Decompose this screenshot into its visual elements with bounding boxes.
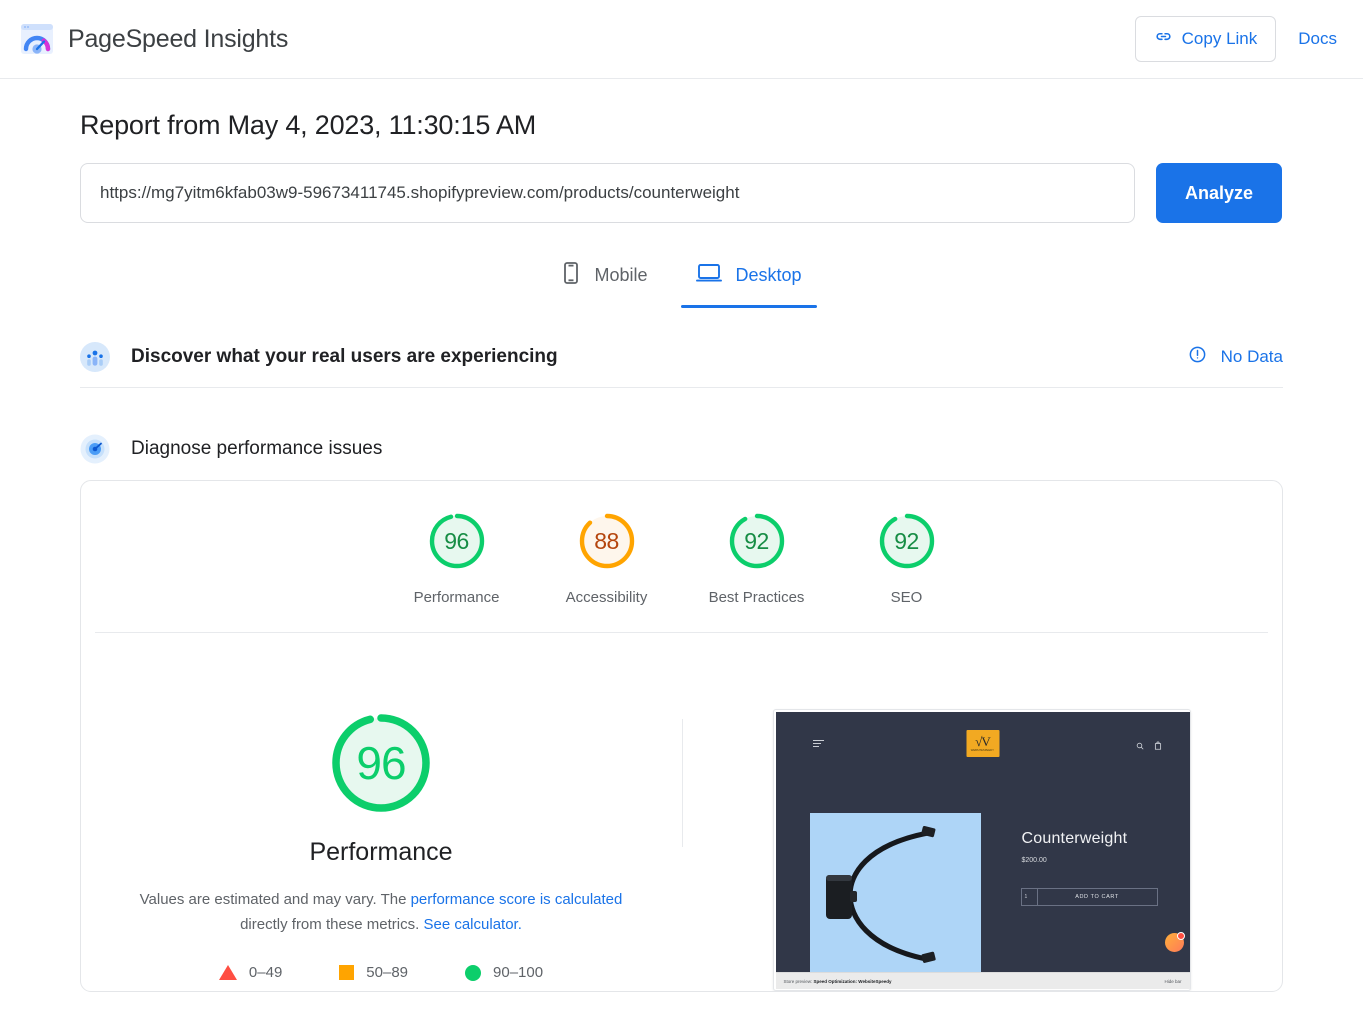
legend-item-average: 50–89: [339, 964, 408, 981]
desktop-monitor-icon: [696, 262, 723, 289]
info-circle-icon: [1188, 345, 1207, 369]
page-body: Report from May 4, 2023, 11:30:15 AM Ana…: [0, 110, 1363, 992]
store-preview-name: Speed Optimization: WebsiteSpeedy: [813, 978, 892, 984]
store-header-icons: [1136, 737, 1162, 755]
tab-mobile-label: Mobile: [594, 265, 648, 285]
performance-gauge: 96: [325, 707, 437, 819]
store-preview-prefix: Store preview:: [783, 978, 813, 984]
url-input[interactable]: [80, 163, 1135, 223]
store-preview-text: Store preview: Speed Optimization: Websi…: [784, 979, 892, 984]
performance-gauge-value: 96: [356, 737, 406, 789]
score-legend: 0–49 50–89 90–100: [218, 964, 543, 981]
score-gauge-performance[interactable]: 96 Performance: [382, 509, 532, 606]
app-title: PageSpeed Insights: [68, 24, 289, 53]
gauge-label: Performance: [413, 589, 500, 606]
gauge-ring: 88: [575, 509, 639, 573]
legend-item-poor: 0–49: [218, 964, 283, 981]
gauge-label: Best Practices: [708, 589, 805, 606]
score-gauge-seo[interactable]: 92 SEO: [832, 509, 982, 606]
legend-label: 0–49: [248, 964, 283, 981]
gauge-label: Accessibility: [565, 589, 648, 606]
docs-link[interactable]: Docs: [1298, 29, 1337, 49]
gauge-label: SEO: [890, 589, 923, 606]
page-title: Report from May 4, 2023, 11:30:15 AM: [80, 110, 537, 140]
hamburger-menu-icon: [812, 740, 824, 747]
legend-label: 50–89: [366, 964, 409, 981]
device-tabs: Mobile Desktop: [0, 251, 1363, 308]
product-title: Counterweight: [1021, 830, 1128, 847]
performance-note-text-1: Values are estimated and may vary. The: [139, 891, 411, 908]
performance-score-panel: 96 Performance Values are estimated and …: [81, 707, 681, 991]
vertical-divider: [682, 719, 683, 847]
add-to-cart-button[interactable]: ADD TO CART: [1037, 888, 1158, 906]
analyze-button[interactable]: Analyze: [1156, 163, 1282, 223]
see-calculator-link[interactable]: See calculator.: [423, 916, 521, 933]
performance-heading: Performance: [309, 838, 453, 866]
product-image: [809, 813, 981, 972]
no-data-status[interactable]: No Data: [1188, 345, 1283, 369]
score-gauge-accessibility[interactable]: 88 Accessibility: [532, 509, 682, 606]
store-logo: √V WEBSITESPEEDY: [966, 730, 999, 757]
header-actions: Copy Link Docs: [1134, 16, 1337, 62]
screenshot-viewport: √V WEBSITESPEEDY Counterweight $200.00 1…: [775, 712, 1190, 972]
page-screenshot-panel: √V WEBSITESPEEDY Counterweight $200.00 1…: [681, 707, 1282, 991]
lab-data-title: Diagnose performance issues: [131, 438, 383, 459]
link-icon: [1154, 27, 1173, 51]
store-logo-mark: √V: [975, 733, 991, 749]
copy-link-label: Copy Link: [1181, 29, 1258, 48]
product-price: $200.00: [1021, 857, 1047, 864]
lab-data-section: Diagnose performance issues: [80, 418, 1283, 480]
legend-item-good: 90–100: [465, 964, 543, 981]
performance-note: Values are estimated and may vary. The p…: [131, 887, 631, 937]
gauge-value: 92: [744, 527, 769, 554]
gauge-value: 92: [894, 527, 919, 554]
quantity-field[interactable]: 1: [1020, 888, 1038, 906]
field-data-title: Discover what your real users are experi…: [131, 345, 558, 367]
store-preview-bar: Store preview: Speed Optimization: Websi…: [775, 972, 1190, 989]
store-logo-subtext: WEBSITESPEEDY: [970, 747, 995, 752]
performance-score-link[interactable]: performance score is calculated: [411, 891, 623, 908]
legend-label: 90–100: [493, 964, 544, 981]
shopping-bag-icon: [1154, 737, 1162, 755]
gauge-ring: 96: [425, 509, 489, 573]
diagnose-target-icon: [80, 434, 110, 464]
tab-desktop[interactable]: Desktop: [681, 251, 817, 308]
lighthouse-card: 96 Performance 88 Accessibility 92 Best …: [80, 480, 1283, 992]
gauge-ring: 92: [875, 509, 939, 573]
square-icon: [339, 965, 355, 980]
gauge-value: 88: [594, 527, 619, 554]
add-to-cart-row: 1 ADD TO CART: [1020, 888, 1158, 906]
tab-mobile[interactable]: Mobile: [557, 251, 651, 308]
performance-note-text-2: directly from these metrics.: [240, 916, 424, 933]
performance-summary: 96 Performance Values are estimated and …: [81, 633, 1282, 991]
copy-link-button[interactable]: Copy Link: [1134, 16, 1277, 62]
field-data-section: Discover what your real users are experi…: [80, 326, 1283, 388]
score-gauges: 96 Performance 88 Accessibility 92 Best …: [81, 481, 1282, 620]
app-header: PageSpeed Insights Copy Link Docs: [0, 0, 1363, 79]
gauge-value: 96: [444, 527, 469, 554]
brand: PageSpeed Insights: [20, 22, 288, 56]
page-screenshot[interactable]: √V WEBSITESPEEDY Counterweight $200.00 1…: [772, 709, 1191, 991]
hide-bar-link[interactable]: Hide bar: [1164, 979, 1181, 984]
chat-bubble-icon[interactable]: [1164, 932, 1185, 952]
real-users-icon: [80, 341, 110, 372]
mobile-phone-icon: [561, 261, 581, 290]
tab-desktop-label: Desktop: [735, 265, 802, 285]
triangle-icon: [218, 965, 237, 980]
url-row: Analyze: [80, 163, 1283, 223]
gauge-ring: 92: [725, 509, 789, 573]
score-gauge-best-practices[interactable]: 92 Best Practices: [682, 509, 832, 606]
no-data-label: No Data: [1220, 346, 1283, 366]
search-icon: [1136, 737, 1144, 755]
circle-icon: [465, 964, 482, 981]
pagespeed-logo-icon: [20, 22, 54, 56]
